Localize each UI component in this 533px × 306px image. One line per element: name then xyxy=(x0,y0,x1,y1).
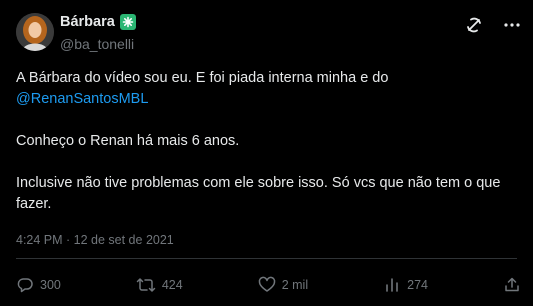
tweet-text-line: Conheço o Renan há mais 6 anos. xyxy=(16,133,240,149)
divider xyxy=(16,258,517,259)
author-name[interactable]: Bárbara xyxy=(60,14,115,30)
views-button[interactable]: 274 xyxy=(383,276,428,294)
author-handle[interactable]: @ba_tonelli xyxy=(60,36,134,52)
retweet-icon xyxy=(136,278,156,292)
mention-link[interactable]: @RenanSantosMBL xyxy=(16,91,148,107)
reply-count: 300 xyxy=(40,278,61,292)
share-button[interactable] xyxy=(503,276,521,294)
tweet-timestamp[interactable]: 4:24 PM · 12 de set de 2021 xyxy=(16,233,174,247)
tweet-text-line: A Bárbara do vídeo sou eu. E foi piada i… xyxy=(16,70,389,86)
tweet-text: A Bárbara do vídeo sou eu. E foi piada i… xyxy=(16,68,516,215)
reply-icon xyxy=(17,278,33,293)
tweet-card: Bárbara @ba_tonelli A Bárbara do vídeo s… xyxy=(0,0,533,306)
retweet-count: 424 xyxy=(161,278,183,292)
avatar[interactable] xyxy=(16,13,54,51)
tweet-text-line: Inclusive não tive problemas com ele sob… xyxy=(16,175,501,191)
like-count: 2 mil xyxy=(281,278,309,292)
more-options-icon[interactable] xyxy=(501,14,523,36)
views-icon xyxy=(386,278,398,292)
reply-button[interactable]: 300 xyxy=(16,276,61,294)
author-name-row: Bárbara xyxy=(60,14,136,30)
top-actions xyxy=(463,14,523,36)
grok-icon[interactable] xyxy=(463,14,485,36)
share-icon xyxy=(505,277,519,292)
heart-icon xyxy=(258,276,275,292)
retweet-button[interactable]: 424 xyxy=(136,276,183,294)
action-bar: 300 424 2 mil 274 xyxy=(16,276,521,294)
tweet-text-line: fazer. xyxy=(16,196,52,212)
avatar-image xyxy=(16,13,54,51)
like-button[interactable]: 2 mil xyxy=(258,276,308,294)
verified-badge-icon xyxy=(119,14,136,30)
views-count: 274 xyxy=(407,278,428,292)
